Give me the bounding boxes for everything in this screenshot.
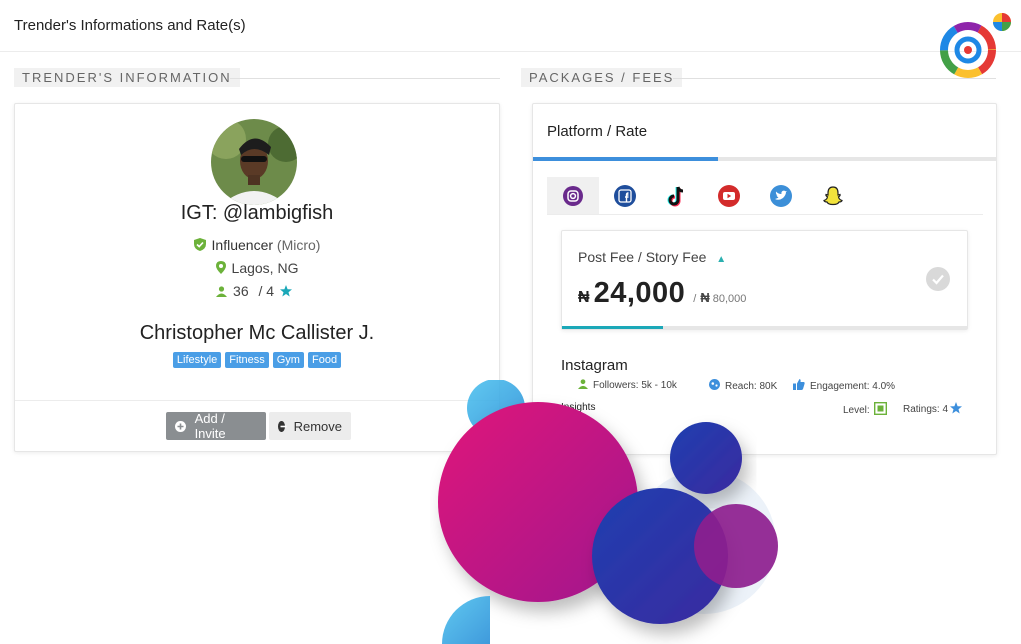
engagement-stat: Engagement: 4.0%: [793, 379, 895, 393]
level-indicator: Level:: [843, 401, 887, 418]
profile-card: IGT: @lambigfish Influencer (Micro) Lago…: [14, 103, 500, 452]
fee-amount: ₦ 24,000 / ₦ 80,000: [578, 277, 746, 310]
verified-shield-icon: [193, 238, 206, 254]
tag-chip[interactable]: Fitness: [225, 352, 269, 368]
section-label-packages: PACKAGES / FEES: [521, 68, 683, 87]
profile-handle: IGT: @lambigfish: [180, 202, 334, 224]
level-badge-icon: [873, 401, 887, 418]
section-divider: [230, 78, 500, 79]
tag-chip[interactable]: Lifestyle: [172, 352, 222, 368]
ratings-label: Ratings: 4: [903, 404, 949, 415]
currency-symbol: ₦: [700, 290, 710, 305]
tag-chip[interactable]: Food: [307, 352, 342, 368]
platform-rate-title: Platform / Rate: [547, 123, 648, 140]
section-header-trender-info: TRENDER'S INFORMATION: [14, 68, 500, 88]
tab-twitter[interactable]: [755, 177, 807, 214]
engagement-value: Engagement: 4.0%: [810, 380, 896, 392]
tag-chip[interactable]: Gym: [272, 352, 304, 368]
remove-label: Remove: [293, 418, 342, 434]
tab-youtube[interactable]: [703, 177, 755, 214]
packages-progress-fill: [533, 157, 719, 161]
thumbs-up-icon: [793, 379, 805, 393]
fee-progress-fill: [562, 326, 664, 329]
star-icon: [950, 402, 963, 417]
story-fee-value: 80,000: [712, 293, 747, 305]
facebook-icon: [614, 184, 636, 207]
fee-label-row[interactable]: Post Fee / Story Fee ▲: [578, 249, 726, 265]
twitter-icon: [770, 184, 792, 207]
tag-list: Lifestyle Fitness Gym Food: [15, 352, 499, 368]
section-label-trender-info: TRENDER'S INFORMATION: [14, 68, 240, 87]
platform-name: Instagram: [561, 357, 628, 374]
section-header-packages: PACKAGES / FEES: [521, 68, 996, 88]
location-pin-icon: [215, 261, 226, 277]
rating-value: / 4: [258, 283, 275, 299]
add-invite-button[interactable]: Add / Invite: [166, 411, 266, 441]
fee-progress: [562, 326, 967, 329]
category-label: Influencer: [211, 237, 274, 253]
level-label: Level:: [843, 404, 870, 416]
packages-progress: [533, 157, 996, 161]
stats-row: 36 / 4: [15, 283, 499, 300]
check-circle-icon[interactable]: [926, 267, 950, 291]
page-title: Trender's Informations and Rate(s): [14, 17, 246, 34]
remove-button[interactable]: Remove: [269, 412, 351, 440]
tab-instagram[interactable]: [547, 177, 599, 214]
add-invite-label: Add / Invite: [194, 411, 226, 441]
star-icon: [279, 284, 292, 300]
platform-tabs: [547, 177, 983, 215]
instagram-icon: [563, 185, 583, 206]
fee-box: Post Fee / Story Fee ▲ ₦ 24,000 / ₦ 80,0…: [561, 230, 968, 330]
chevron-up-icon: ▲: [716, 254, 727, 265]
location-row: Lagos, NG: [15, 260, 499, 277]
full-name: Christopher Mc Callister J.: [139, 322, 375, 344]
section-divider: [673, 78, 996, 79]
minus-circle-icon: [278, 420, 287, 432]
category-row: Influencer (Micro): [15, 237, 499, 254]
user-icon: [216, 284, 228, 300]
plus-circle-icon: [175, 420, 186, 432]
fee-label: Post Fee / Story Fee: [578, 249, 707, 265]
tab-snapchat[interactable]: [807, 177, 859, 214]
location-label: Lagos, NG: [231, 260, 299, 276]
snapchat-icon: [823, 185, 843, 205]
tiktok-icon: [667, 186, 684, 206]
followers-count: 36: [233, 283, 249, 299]
currency-symbol: ₦: [578, 289, 590, 306]
top-bar: Trender's Informations and Rate(s): [0, 0, 1021, 52]
decorative-bubbles: [438, 380, 778, 644]
tab-tiktok[interactable]: [651, 177, 703, 214]
card-divider: [15, 400, 499, 401]
post-fee-value: 24,000: [593, 277, 686, 309]
category-type: (Micro): [276, 237, 321, 253]
avatar: [211, 119, 297, 205]
ratings-indicator: Ratings: 4: [903, 402, 963, 417]
fee-separator: /: [693, 293, 697, 305]
youtube-icon: [718, 184, 740, 207]
tab-facebook[interactable]: [599, 177, 651, 214]
